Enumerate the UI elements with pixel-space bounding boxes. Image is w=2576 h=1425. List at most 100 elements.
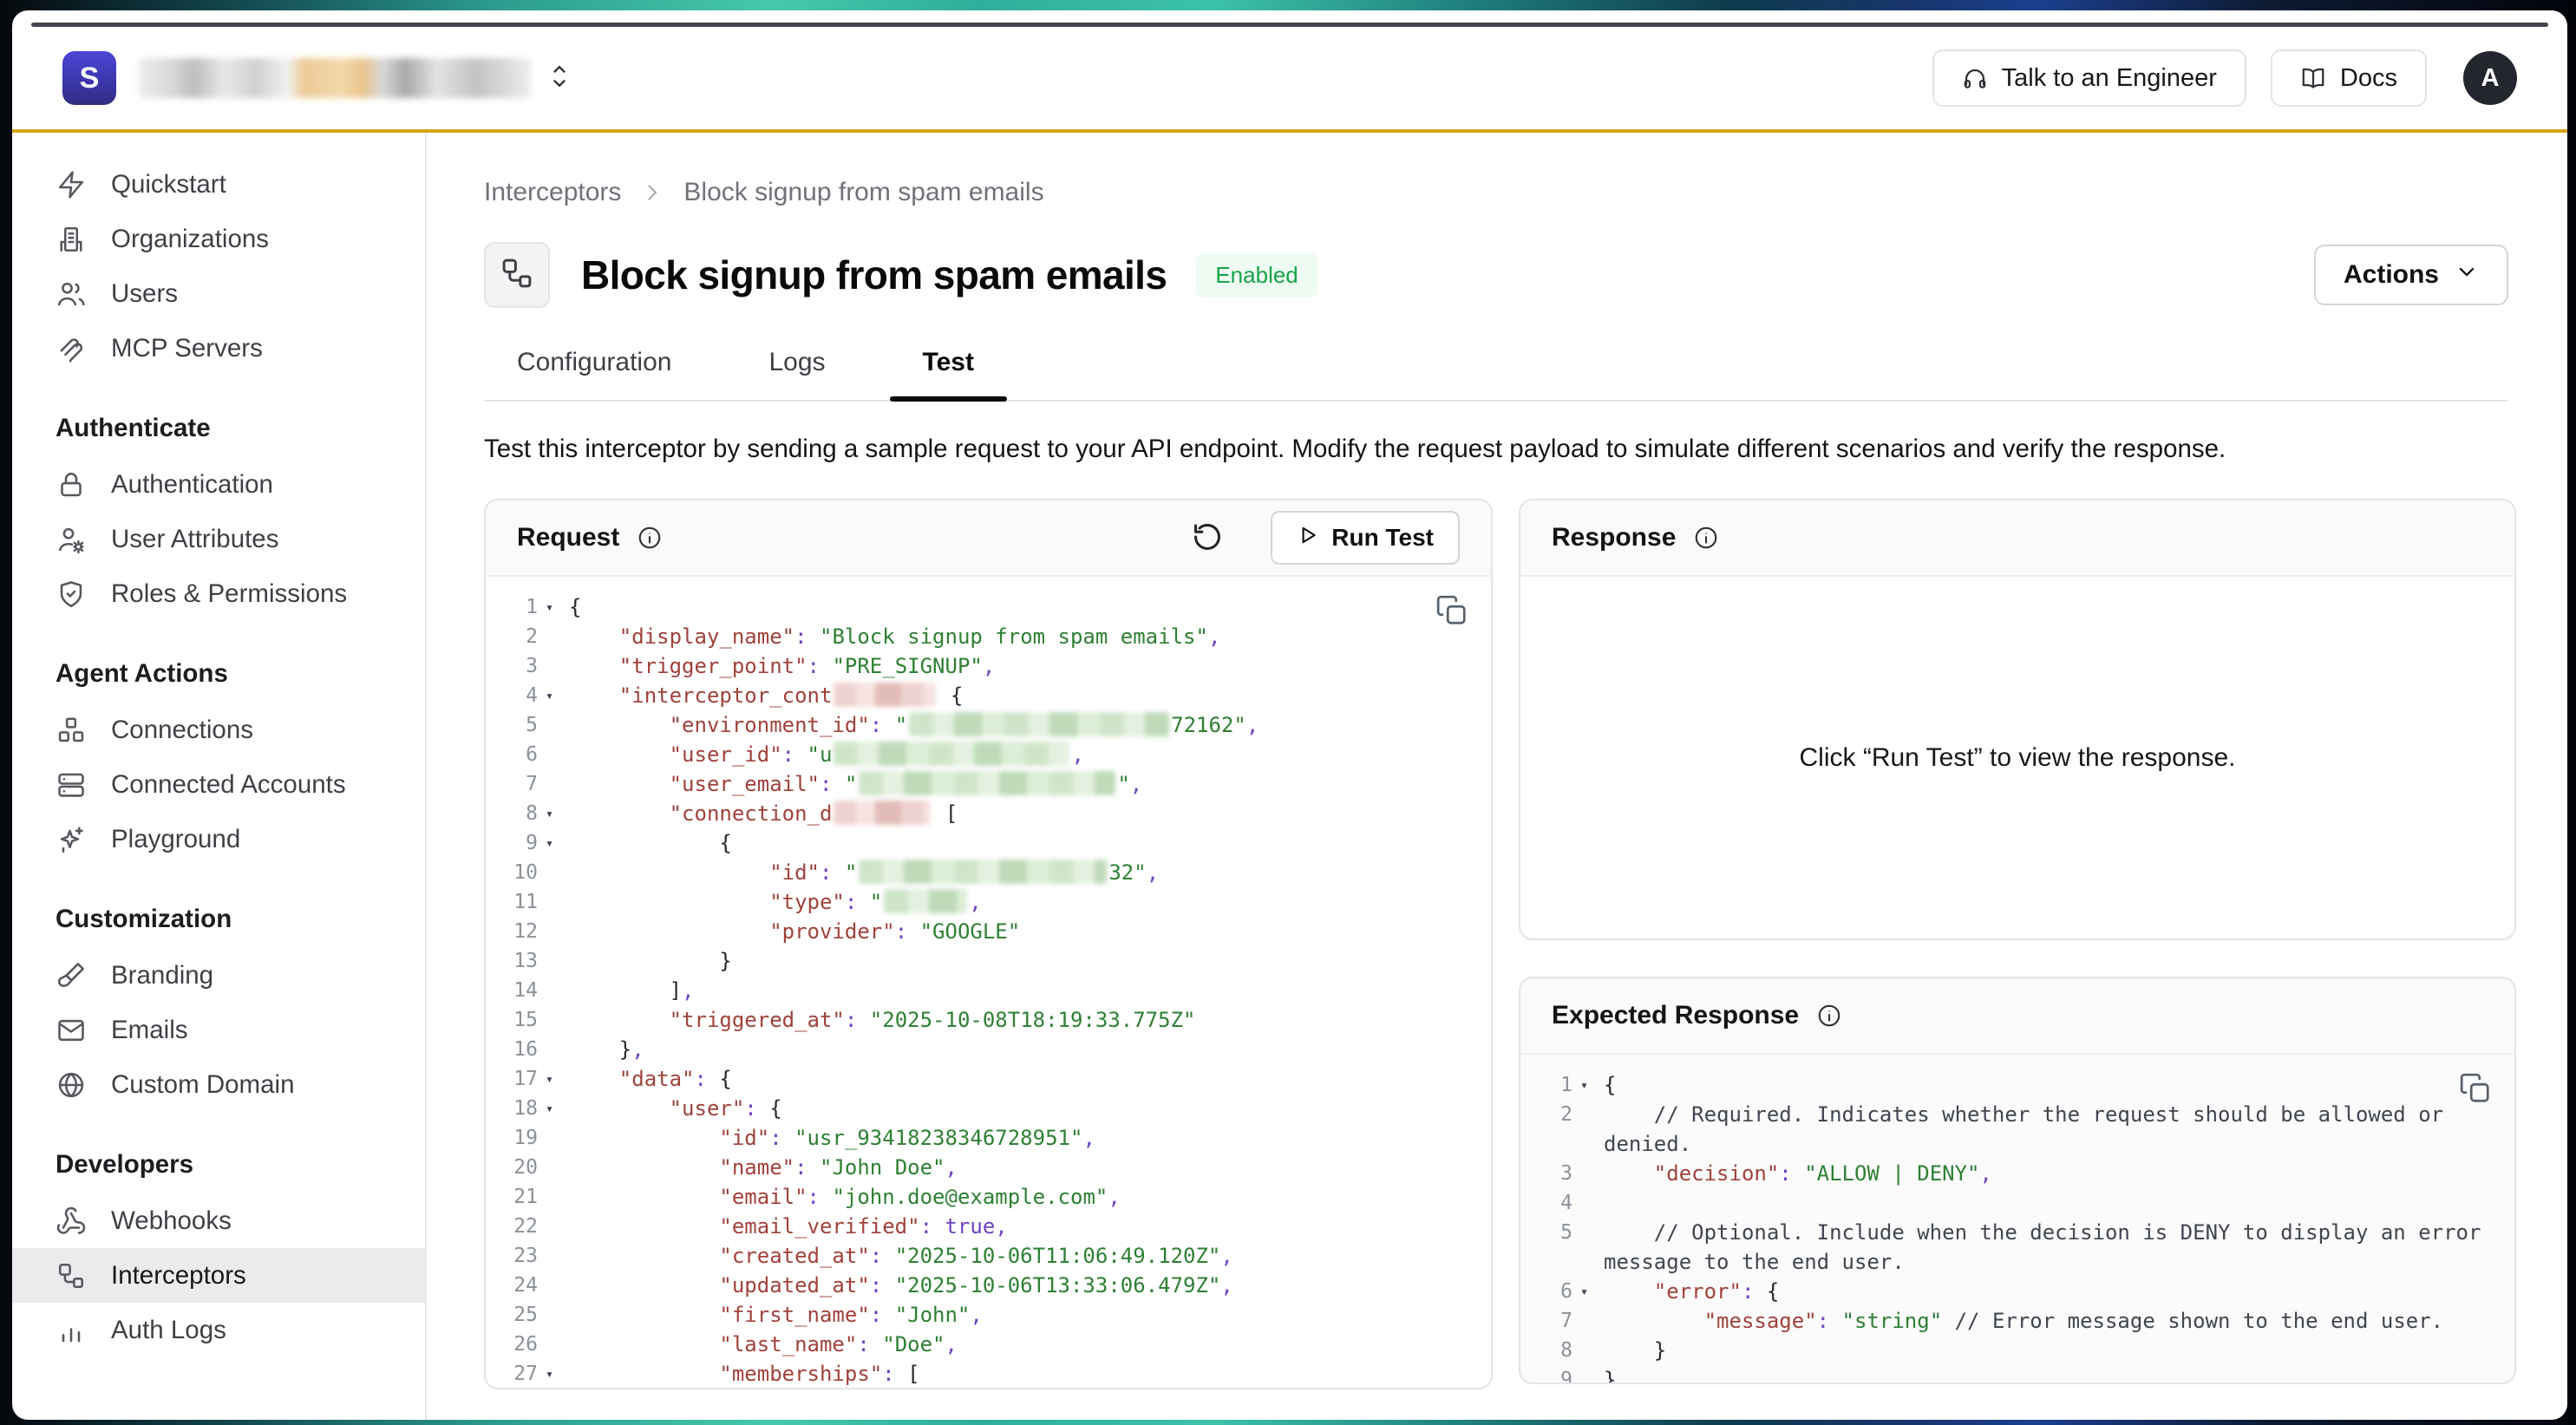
response-empty-state: Click “Run Test” to view the response. — [1520, 577, 2514, 938]
code-line: 12 "provider": "GOOGLE" — [486, 917, 1491, 946]
fold-toggle-icon[interactable]: ▾ — [538, 681, 569, 710]
code-text: "email_verified": true, — [569, 1212, 1491, 1241]
redacted-value — [859, 771, 1115, 795]
sidebar-item-connected-accounts[interactable]: Connected Accounts — [12, 757, 425, 812]
docs-button[interactable]: Docs — [2271, 49, 2427, 107]
sidebar-item-label: Playground — [111, 825, 240, 854]
code-text: { — [569, 592, 1491, 622]
interceptor-icon-box — [484, 242, 550, 308]
sidebar-item-quickstart[interactable]: Quickstart — [12, 157, 425, 212]
tab-logs[interactable]: Logs — [768, 348, 825, 400]
code-line: 24 "updated_at": "2025-10-06T13:33:06.47… — [486, 1271, 1491, 1300]
fold-spacer — [538, 1212, 569, 1241]
line-number: 16 — [486, 1035, 538, 1064]
chevron-down-icon — [2455, 259, 2479, 291]
line-number: 21 — [486, 1182, 538, 1212]
code-line: 1▾{ — [486, 592, 1491, 622]
sidebar-item-auth-logs[interactable]: Auth Logs — [12, 1303, 425, 1357]
expected-response-code[interactable]: 1▾{2 // Required. Indicates whether the … — [1520, 1055, 2514, 1383]
sidebar-item-emails[interactable]: Emails — [12, 1003, 425, 1057]
fold-toggle-icon[interactable]: ▾ — [1572, 1070, 1604, 1100]
sidebar-item-label: Quickstart — [111, 170, 226, 199]
user-avatar[interactable]: A — [2463, 51, 2517, 105]
sidebar-item-roles-permissions[interactable]: Roles & Permissions — [12, 566, 425, 621]
fold-toggle-icon[interactable]: ▾ — [538, 1094, 569, 1123]
code-line: 4▾ "interceptor_cont { — [486, 681, 1491, 710]
code-line: 3 "trigger_point": "PRE_SIGNUP", — [486, 651, 1491, 681]
line-number: 19 — [486, 1123, 538, 1153]
redacted-value — [909, 712, 1169, 736]
page-title-row: Block signup from spam emails Enabled Ac… — [484, 242, 2508, 308]
sidebar-item-branding[interactable]: Branding — [12, 948, 425, 1003]
code-text: "updated_at": "2025-10-06T13:33:06.479Z"… — [569, 1271, 1491, 1300]
info-icon[interactable] — [1693, 525, 1719, 551]
sidebar-item-user-attributes[interactable]: User Attributes — [12, 512, 425, 566]
fold-toggle-icon[interactable]: ▾ — [538, 592, 569, 622]
code-line: 27▾ "memberships": [ — [486, 1359, 1491, 1388]
fold-toggle-icon[interactable]: ▾ — [538, 1064, 569, 1094]
sidebar-item-mcp-servers[interactable]: MCP Servers — [12, 321, 425, 376]
fold-spacer — [1572, 1188, 1604, 1218]
sidebar-item-playground[interactable]: Playground — [12, 812, 425, 866]
breadcrumb-current: Block signup from spam emails — [683, 178, 1043, 207]
sidebar-item-organizations[interactable]: Organizations — [12, 212, 425, 266]
request-code-editor[interactable]: 1▾{2 "display_name": "Block signup from … — [486, 577, 1491, 1388]
code-text: "error": { — [1604, 1277, 2514, 1306]
page-title: Block signup from spam emails — [581, 252, 1167, 298]
org-name-redacted[interactable] — [139, 58, 531, 98]
code-text: "user_id": "u, — [569, 740, 1491, 769]
sidebar-section-agent-actions: Agent Actions — [12, 659, 425, 689]
talk-to-engineer-button[interactable]: Talk to an Engineer — [1932, 49, 2246, 107]
app-logo[interactable]: S — [62, 51, 116, 105]
sidebar-item-label: Auth Logs — [111, 1316, 226, 1345]
line-number: 4 — [1520, 1188, 1572, 1218]
fold-spacer — [538, 1182, 569, 1212]
code-text: // Required. Indicates whether the reque… — [1604, 1100, 2514, 1159]
code-text: // Optional. Include when the decision i… — [1604, 1218, 2514, 1277]
fold-toggle-icon[interactable]: ▾ — [538, 799, 569, 828]
sidebar-item-custom-domain[interactable]: Custom Domain — [12, 1057, 425, 1112]
reset-request-button[interactable] — [1191, 520, 1224, 556]
sidebar-item-webhooks[interactable]: Webhooks — [12, 1193, 425, 1248]
sidebar-item-authentication[interactable]: Authentication — [12, 457, 425, 512]
code-line: 5 // Optional. Include when the decision… — [1520, 1218, 2514, 1277]
info-icon[interactable] — [1816, 1003, 1842, 1029]
copy-request-button[interactable] — [1435, 594, 1468, 630]
code-line: 9▾ { — [486, 828, 1491, 858]
tab-test[interactable]: Test — [923, 348, 974, 400]
copy-expected-button[interactable] — [2459, 1072, 2492, 1108]
test-panels: Request Run — [484, 499, 2508, 1389]
code-line: 1▾{ — [1520, 1070, 2514, 1100]
code-line: 11 "type": ", — [486, 887, 1491, 917]
code-line: 6 "user_id": "u, — [486, 740, 1491, 769]
blocks-icon — [56, 715, 87, 746]
breadcrumb-root[interactable]: Interceptors — [484, 178, 621, 207]
run-test-button[interactable]: Run Test — [1271, 511, 1460, 565]
line-number: 2 — [486, 622, 538, 651]
fold-spacer — [1572, 1100, 1604, 1159]
sidebar-item-connections[interactable]: Connections — [12, 703, 425, 757]
info-icon[interactable] — [637, 525, 663, 551]
sidebar-item-interceptors[interactable]: Interceptors — [12, 1248, 425, 1303]
interceptor-icon — [56, 1260, 87, 1291]
code-text: "provider": "GOOGLE" — [569, 917, 1491, 946]
fold-toggle-icon[interactable]: ▾ — [538, 1359, 569, 1388]
code-line: 25 "first_name": "John", — [486, 1300, 1491, 1330]
code-line: 5 "environment_id": "72162", — [486, 710, 1491, 740]
fold-toggle-icon[interactable]: ▾ — [1572, 1277, 1604, 1306]
sidebar-section-customization: Customization — [12, 905, 425, 934]
code-text: "user_email": "", — [569, 769, 1491, 799]
actions-label: Actions — [2344, 260, 2439, 290]
code-line: 20 "name": "John Doe", — [486, 1153, 1491, 1182]
code-text: ], — [569, 976, 1491, 1005]
org-switcher-icon[interactable] — [548, 62, 571, 95]
fold-spacer — [538, 1271, 569, 1300]
tab-configuration[interactable]: Configuration — [517, 348, 671, 400]
sidebar-item-label: MCP Servers — [111, 334, 263, 363]
sidebar-item-users[interactable]: Users — [12, 266, 425, 321]
server-icon — [56, 769, 87, 801]
actions-button[interactable]: Actions — [2314, 245, 2508, 305]
fold-toggle-icon[interactable]: ▾ — [538, 828, 569, 858]
code-line: 13 } — [486, 946, 1491, 976]
request-panel-header: Request Run — [486, 500, 1491, 577]
